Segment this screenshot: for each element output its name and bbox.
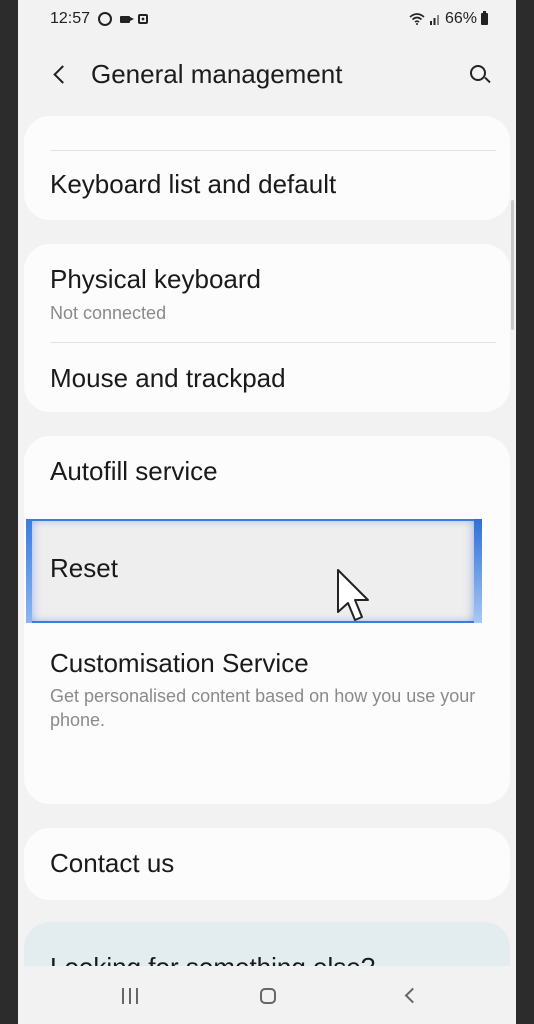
contact-us-label: Contact us [50,848,175,878]
status-right: 66% [409,10,488,28]
nav-back-button[interactable] [390,982,430,1010]
reset-item[interactable]: Reset [26,519,482,623]
keyboard-card: Keyboard list and default [24,116,510,220]
input-devices-card: Physical keyboard Not connected Mouse an… [24,244,510,412]
mouse-pointer-icon [337,569,369,621]
back-button[interactable] [46,60,76,90]
keyboard-list-label: Keyboard list and default [50,169,337,199]
keyboard-list-item[interactable]: Keyboard list and default [24,151,510,220]
autofill-service-label: Autofill service [50,456,218,486]
customisation-service-description: Get personalised content based on how yo… [50,686,476,730]
reset-label: Reset [50,553,118,583]
mouse-trackpad-item[interactable]: Mouse and trackpad [24,343,510,412]
contact-us-item[interactable]: Contact us [24,828,510,900]
customisation-service-item[interactable]: Customisation Service Get personalised c… [24,624,510,804]
phone-screen: 12:57 66% General management Keyboard li… [18,0,516,1024]
app-header: General management [18,50,516,100]
physical-keyboard-status: Not connected [50,303,167,323]
page-title: General management [91,59,343,89]
status-time: 12:57 [50,10,91,27]
battery-percent: 66% [444,10,477,27]
screenshot-notification-icon [138,14,148,24]
physical-keyboard-label: Physical keyboard [50,264,261,294]
physical-keyboard-item[interactable]: Physical keyboard Not connected [24,244,510,342]
scroll-indicator[interactable] [511,200,514,330]
ring-notification-icon [98,12,112,26]
signal-icon [429,15,439,25]
search-button[interactable] [464,60,494,90]
video-notification-icon [120,15,134,23]
navigation-bar [18,966,516,1024]
battery-icon [481,11,488,25]
recents-icon [122,988,124,1004]
customisation-service-label: Customisation Service [50,648,309,678]
home-button[interactable] [248,982,288,1010]
contact-card: Contact us [24,828,510,900]
mouse-trackpad-label: Mouse and trackpad [50,363,286,393]
autofill-service-item[interactable]: Autofill service [24,436,510,518]
recents-button[interactable] [110,982,150,1010]
notification-icons [98,12,148,26]
status-bar: 12:57 66% [18,0,516,38]
search-icon [470,65,486,81]
wifi-icon [409,13,425,25]
